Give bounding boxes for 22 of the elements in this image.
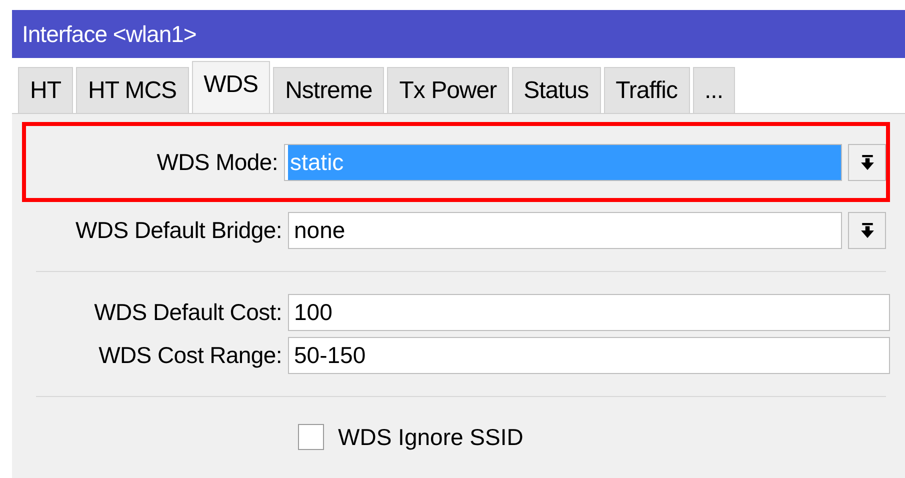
window-title: Interface <wlan1> bbox=[12, 10, 905, 58]
input-field[interactable]: 100 bbox=[288, 294, 890, 331]
tab[interactable]: WDS bbox=[192, 61, 270, 113]
checkbox-label: WDS Ignore SSID bbox=[338, 424, 524, 450]
field-label: WDS Cost Range: bbox=[98, 342, 282, 369]
checkbox[interactable] bbox=[298, 424, 324, 450]
tab[interactable]: Traffic bbox=[604, 67, 690, 113]
tab[interactable]: Nstreme bbox=[273, 67, 384, 113]
tab[interactable]: Tx Power bbox=[387, 67, 509, 113]
tab[interactable]: Status bbox=[512, 67, 601, 113]
dropdown-arrow-icon bbox=[860, 154, 874, 170]
dropdown-button[interactable] bbox=[848, 212, 886, 249]
dropdown-button[interactable] bbox=[848, 144, 886, 180]
tab[interactable]: HT bbox=[18, 67, 73, 113]
dropdown-arrow-icon bbox=[860, 223, 874, 238]
tab[interactable]: HT MCS bbox=[76, 67, 189, 113]
field-label: WDS Default Cost: bbox=[93, 299, 282, 326]
field-label: WDS Default Bridge: bbox=[74, 217, 282, 244]
dropdown-field[interactable]: none bbox=[288, 212, 842, 249]
field-label: WDS Mode: bbox=[156, 148, 278, 176]
tab[interactable]: ... bbox=[692, 67, 736, 113]
input-field[interactable]: 50-150 bbox=[288, 337, 890, 374]
